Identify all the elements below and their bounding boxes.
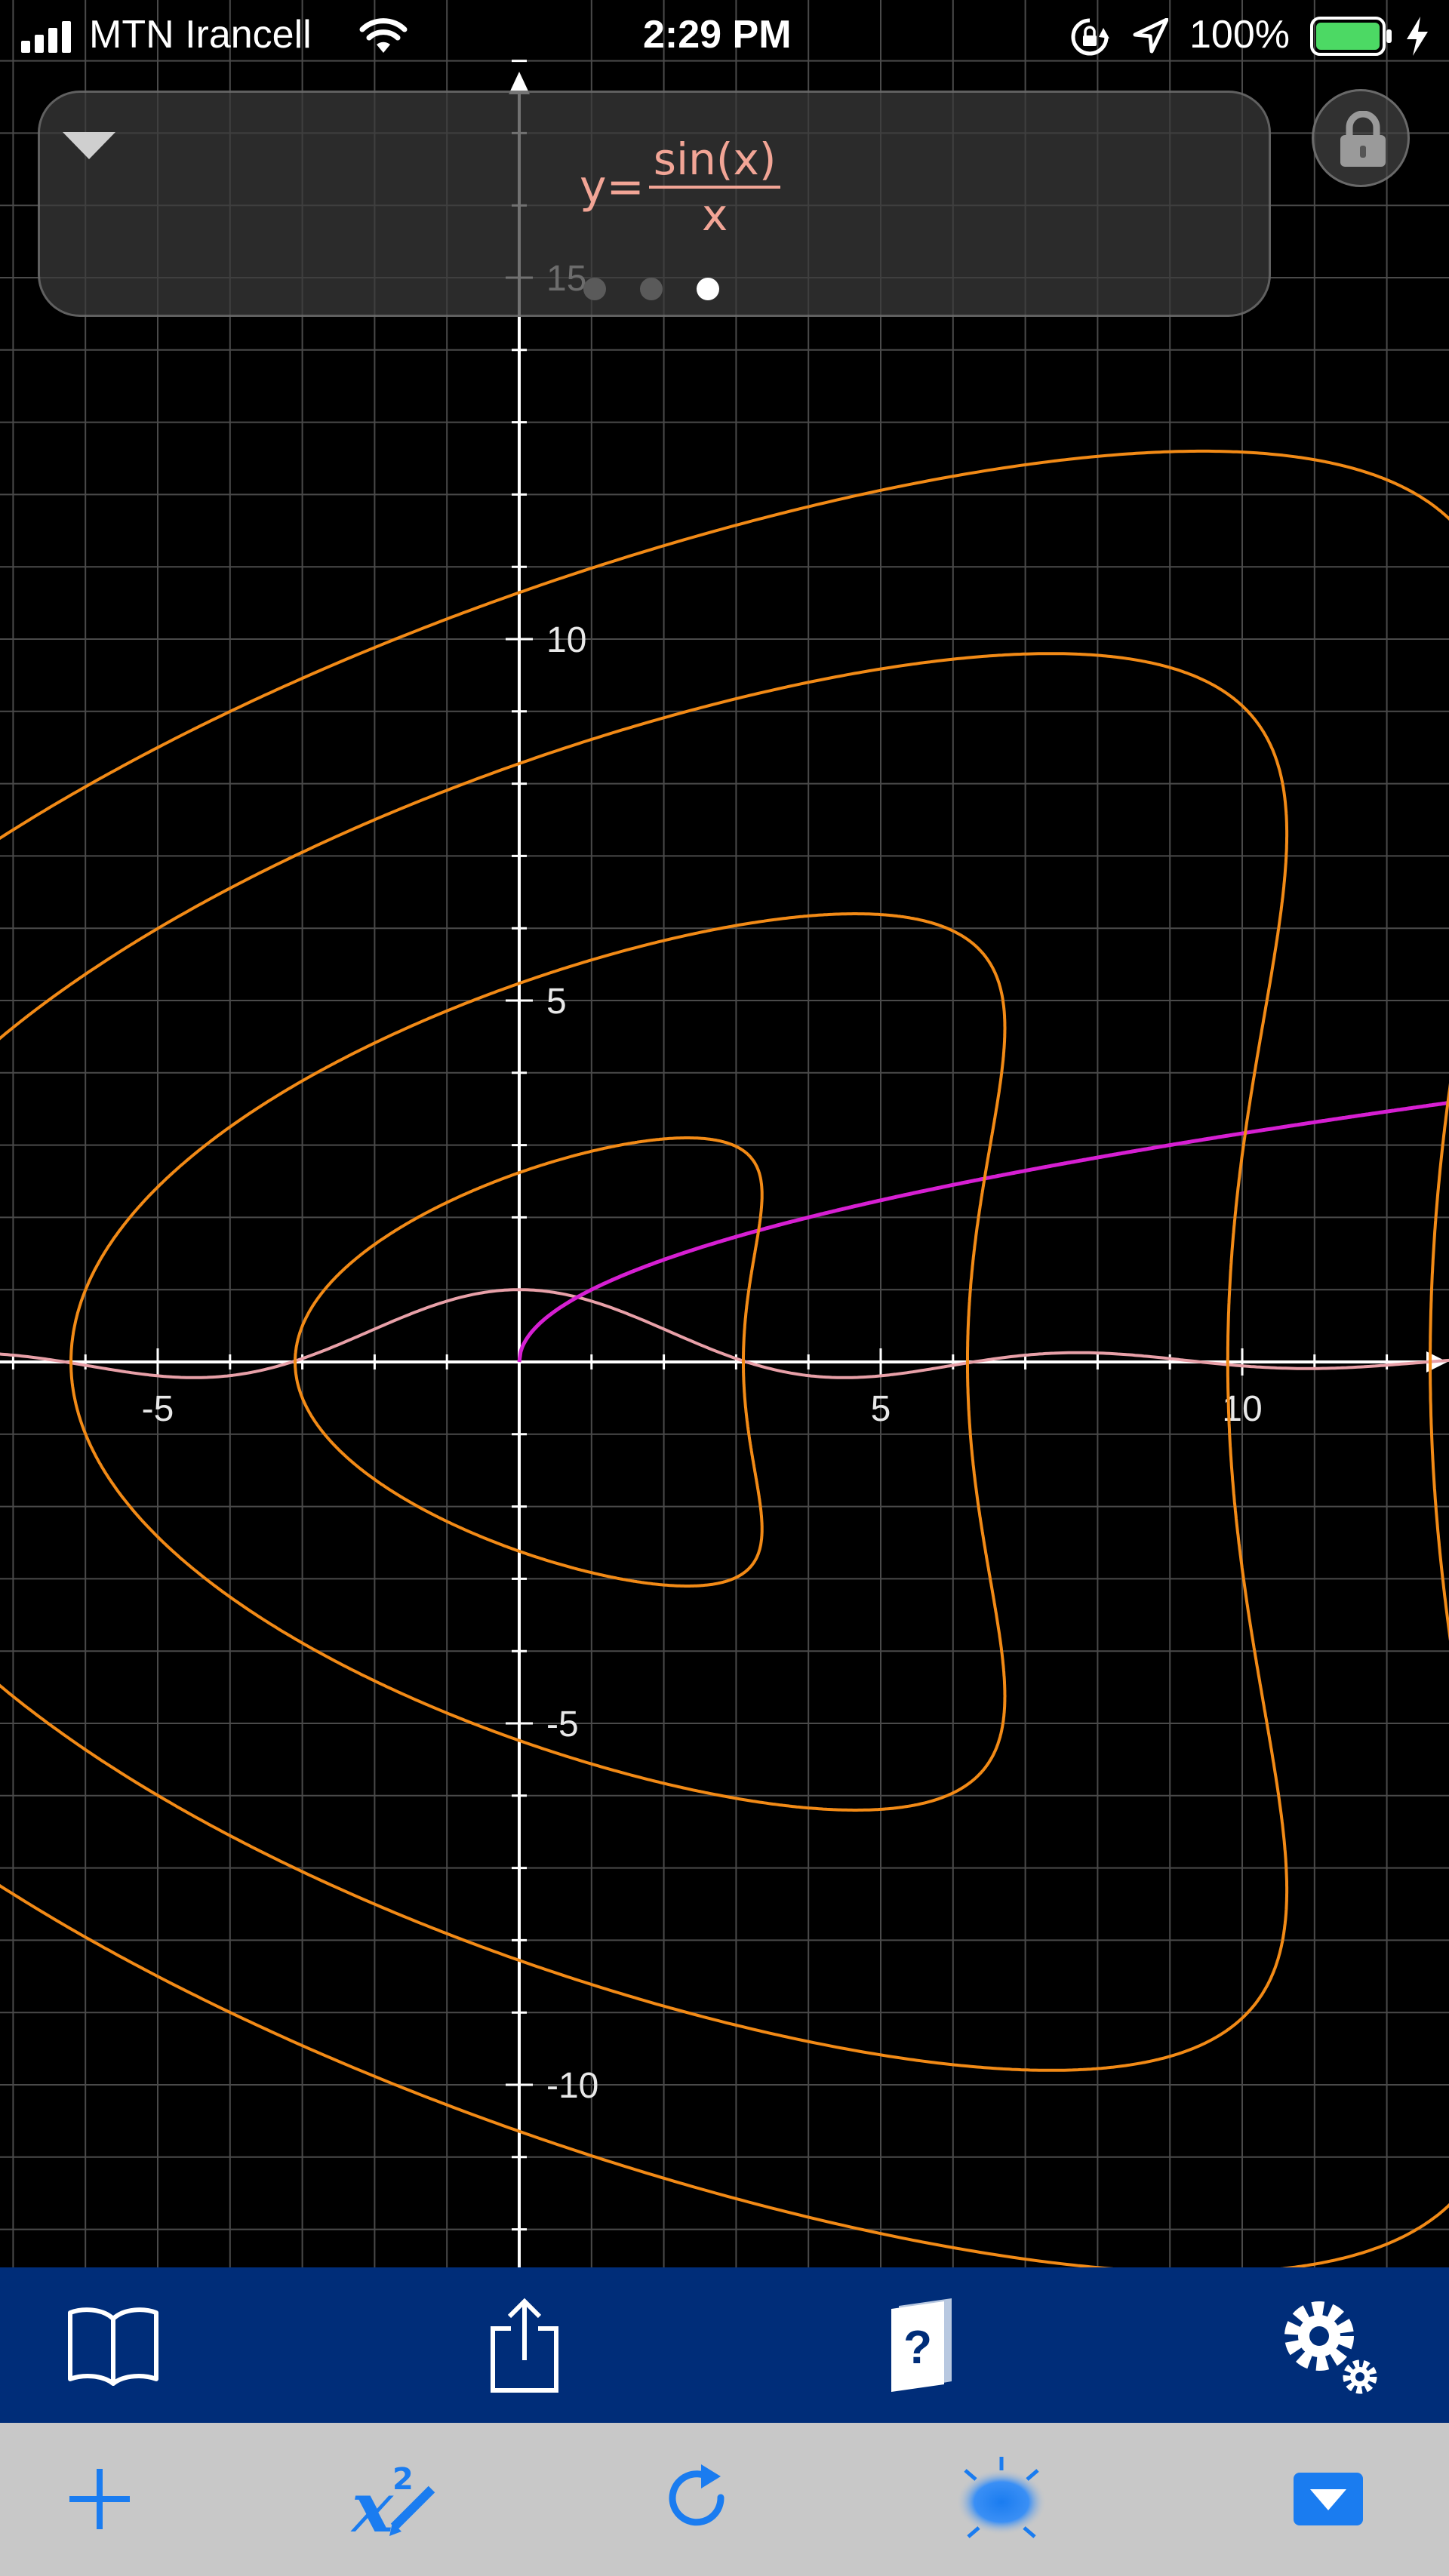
settings-button[interactable] <box>1268 2285 1389 2405</box>
y-tick-label: 10 <box>546 620 586 660</box>
formula-card[interactable]: y= sin(x) x <box>38 91 1271 317</box>
x-tick-label: 5 <box>871 1389 891 1429</box>
share-icon <box>491 2298 558 2393</box>
lock-icon <box>1340 111 1386 167</box>
formula-fraction: sin(x) x <box>648 133 781 241</box>
y-tick-label: -10 <box>546 2066 598 2106</box>
orientation-lock-icon <box>1071 18 1109 56</box>
book-icon <box>68 2307 158 2386</box>
help-button[interactable]: ? <box>863 2285 983 2405</box>
redo-button[interactable] <box>638 2439 758 2559</box>
plot-curves <box>0 449 1449 2267</box>
y-tick-label: -5 <box>546 1705 579 1744</box>
page-dot[interactable] <box>583 278 606 300</box>
share-button[interactable] <box>464 2285 585 2405</box>
svg-text:2: 2 <box>392 2462 414 2497</box>
sinc-curve <box>0 1288 1449 1379</box>
library-button[interactable] <box>53 2285 174 2405</box>
add-function-button[interactable] <box>39 2439 160 2559</box>
location-arrow-icon <box>1133 18 1168 54</box>
battery-percent: 100% <box>1189 13 1290 57</box>
dropdown-button[interactable] <box>1268 2439 1389 2559</box>
graph-canvas[interactable]: -551015105-5-10 <box>0 0 1449 2267</box>
svg-text:x: x <box>350 2467 394 2541</box>
settings-gears-icon <box>1284 2301 1377 2394</box>
battery-icon <box>1310 17 1392 56</box>
formula-expression[interactable]: y= sin(x) x <box>580 123 781 251</box>
svg-text:?: ? <box>903 2322 932 2374</box>
crescent-curve-outer <box>0 449 1449 2267</box>
bottom-bar: x 2 <box>0 2423 1449 2576</box>
formula-denominator: x <box>701 189 728 241</box>
sun-icon <box>956 2457 1047 2538</box>
redo-icon <box>669 2464 724 2526</box>
toolbar: ? <box>0 2267 1449 2423</box>
y-tick-label: 5 <box>546 982 567 1022</box>
edit-function-button[interactable]: x 2 <box>336 2439 457 2559</box>
carrier-name: MTN Irancell <box>89 13 312 57</box>
axes <box>0 72 1447 2267</box>
x-tick-label: -5 <box>142 1389 174 1429</box>
collapse-triangle-icon[interactable] <box>63 132 115 161</box>
plus-icon <box>69 2469 130 2529</box>
clock-time: 2:29 PM <box>643 13 792 57</box>
charging-bolt-icon <box>1407 17 1428 56</box>
dropdown-icon <box>1294 2473 1363 2525</box>
signal-bars-icon <box>21 21 71 53</box>
page-dot[interactable] <box>697 278 719 300</box>
formula-lhs: y= <box>580 161 645 214</box>
sqrt-curve <box>517 1100 1449 1363</box>
lock-button[interactable] <box>1312 89 1410 187</box>
function-edit-icon: x 2 <box>350 2462 435 2541</box>
wifi-icon <box>359 18 408 53</box>
status-bar: MTN Irancell 2:29 PM 100% <box>0 0 1449 72</box>
formula-numerator: sin(x) <box>653 134 777 185</box>
page-indicator[interactable] <box>583 278 719 300</box>
page-dot[interactable] <box>640 278 663 300</box>
help-book-icon: ? <box>891 2298 952 2392</box>
theme-button[interactable] <box>941 2439 1062 2559</box>
